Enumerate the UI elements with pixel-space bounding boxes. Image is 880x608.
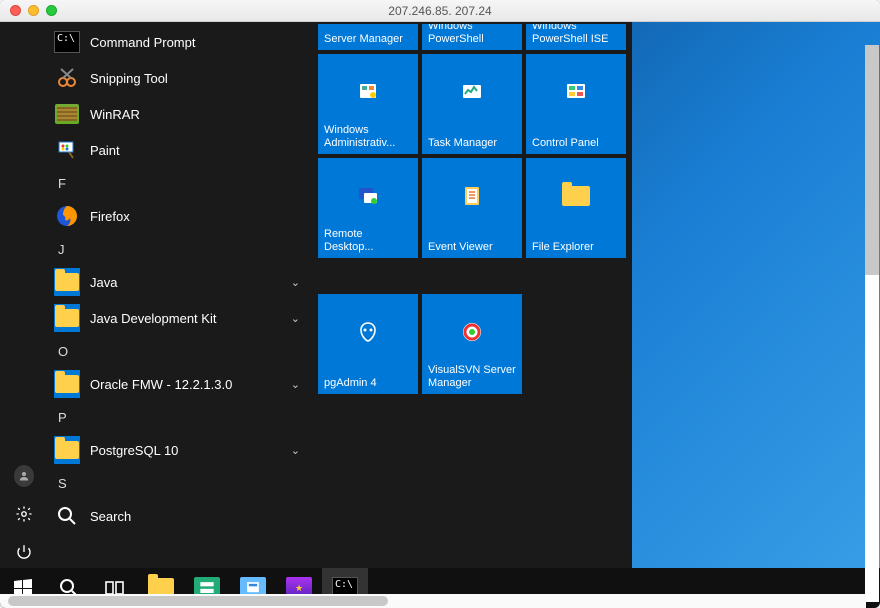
power-icon xyxy=(15,543,33,561)
tile-label: File Explorer xyxy=(532,241,620,254)
app-item-oracle-fmw-12-2-1-3-0[interactable]: Oracle FMW - 12.2.1.3.0 ⌄ xyxy=(48,366,312,402)
remote-session-viewport: C:\ Command Prompt Snipping Tool WinRAR … xyxy=(0,22,880,608)
app-item-paint[interactable]: Paint xyxy=(48,132,312,168)
search-icon xyxy=(54,503,80,529)
letter-header-O[interactable]: O xyxy=(48,336,312,366)
app-item-winrar[interactable]: WinRAR xyxy=(48,96,312,132)
app-item-snipping-tool[interactable]: Snipping Tool xyxy=(48,60,312,96)
mac-titlebar[interactable]: 207.246.85. 207.24 xyxy=(0,0,880,22)
tile-task-manager[interactable]: Task Manager xyxy=(422,54,522,154)
app-label: Snipping Tool xyxy=(90,71,312,86)
app-label: Firefox xyxy=(90,209,312,224)
app-item-search[interactable]: Search xyxy=(48,498,312,534)
letter-header-P[interactable]: P xyxy=(48,402,312,432)
tile-label: Event Viewer xyxy=(428,241,516,254)
letter-header-S[interactable]: S xyxy=(48,468,312,498)
tile-file-explorer[interactable]: File Explorer xyxy=(526,158,626,258)
folder-icon xyxy=(54,437,80,463)
tile-label: Windows PowerShell ISE xyxy=(532,24,620,46)
cpanel-icon xyxy=(559,75,593,109)
tile-windows-powershell-ise[interactable]: Windows PowerShell ISE xyxy=(526,24,626,50)
tile-remote-desktop-[interactable]: Remote Desktop... xyxy=(318,158,418,258)
tile-windows-administrativ-[interactable]: Windows Administrativ... xyxy=(318,54,418,154)
tile-pgadmin-4[interactable]: pgAdmin 4 xyxy=(318,294,418,394)
app-item-java-development-kit[interactable]: Java Development Kit ⌄ xyxy=(48,300,312,336)
settings-button[interactable] xyxy=(14,504,34,524)
start-tiles-panel: Server Manager Windows PowerShell Window… xyxy=(312,22,632,568)
horizontal-scrollbar[interactable] xyxy=(0,594,866,608)
tile-control-panel[interactable]: Control Panel xyxy=(526,54,626,154)
tile-label: pgAdmin 4 xyxy=(324,377,412,390)
user-account-button[interactable] xyxy=(14,466,34,486)
folder-icon xyxy=(54,371,80,397)
letter-header-J[interactable]: J xyxy=(48,234,312,264)
tile-grid-secondary: pgAdmin 4 VisualSVN Server Manager xyxy=(318,294,626,394)
chevron-down-icon: ⌄ xyxy=(291,378,300,391)
app-label: Search xyxy=(90,509,312,524)
app-label: PostgreSQL 10 xyxy=(90,443,291,458)
firefox-icon xyxy=(54,203,80,229)
app-item-postgresql-10[interactable]: PostgreSQL 10 ⌄ xyxy=(48,432,312,468)
tile-server-manager[interactable]: Server Manager xyxy=(318,24,418,50)
tile-windows-powershell[interactable]: Windows PowerShell xyxy=(422,24,522,50)
app-label: Java xyxy=(90,275,291,290)
tile-grid-main: Windows Administrativ... Task Manager Co… xyxy=(318,54,626,258)
start-app-list[interactable]: C:\ Command Prompt Snipping Tool WinRAR … xyxy=(48,22,312,568)
winrar-icon xyxy=(54,101,80,127)
rdp-icon xyxy=(351,179,385,213)
tile-label: Server Manager xyxy=(324,33,412,46)
gear-icon xyxy=(15,505,33,523)
explorer-icon xyxy=(559,179,593,213)
tile-label: Control Panel xyxy=(532,137,620,150)
power-button[interactable] xyxy=(14,542,34,562)
folder-icon xyxy=(54,269,80,295)
app-label: Command Prompt xyxy=(90,35,312,50)
app-label: Java Development Kit xyxy=(90,311,291,326)
tile-label: Windows PowerShell xyxy=(428,24,516,46)
app-item-firefox[interactable]: Firefox xyxy=(48,198,312,234)
app-item-java[interactable]: Java ⌄ xyxy=(48,264,312,300)
tile-row-top: Server Manager Windows PowerShell Window… xyxy=(318,24,626,50)
folder-icon xyxy=(54,305,80,331)
app-item-command-prompt[interactable]: C:\ Command Prompt xyxy=(48,24,312,60)
scroll-thumb[interactable] xyxy=(865,45,879,275)
tile-label: Windows Administrativ... xyxy=(324,124,412,150)
snip-icon xyxy=(54,65,80,91)
taskmgr-icon xyxy=(455,75,489,109)
scroll-thumb[interactable] xyxy=(8,596,388,606)
chevron-down-icon: ⌄ xyxy=(291,444,300,457)
tile-label: Remote Desktop... xyxy=(324,228,412,254)
tile-event-viewer[interactable]: Event Viewer xyxy=(422,158,522,258)
vertical-scrollbar[interactable] xyxy=(865,45,879,602)
event-icon xyxy=(455,179,489,213)
remote-desktop-window: 207.246.85. 207.24 C: xyxy=(0,0,880,608)
pgadmin-icon xyxy=(351,315,385,349)
visualsvn-icon xyxy=(455,315,489,349)
app-label: Paint xyxy=(90,143,312,158)
tile-label: VisualSVN Server Manager xyxy=(428,364,516,390)
admin-icon xyxy=(351,75,385,109)
start-menu: C:\ Command Prompt Snipping Tool WinRAR … xyxy=(0,22,632,568)
user-avatar-icon xyxy=(14,465,34,487)
start-rail xyxy=(0,22,48,568)
tile-visualsvn-server-manager[interactable]: VisualSVN Server Manager xyxy=(422,294,522,394)
chevron-down-icon: ⌄ xyxy=(291,312,300,325)
paint-icon xyxy=(54,137,80,163)
window-title: 207.246.85. 207.24 xyxy=(0,4,880,18)
letter-header-F[interactable]: F xyxy=(48,168,312,198)
tile-label: Task Manager xyxy=(428,137,516,150)
cmd-icon: C:\ xyxy=(54,29,80,55)
app-label: WinRAR xyxy=(90,107,312,122)
chevron-down-icon: ⌄ xyxy=(291,276,300,289)
app-label: Oracle FMW - 12.2.1.3.0 xyxy=(90,377,291,392)
